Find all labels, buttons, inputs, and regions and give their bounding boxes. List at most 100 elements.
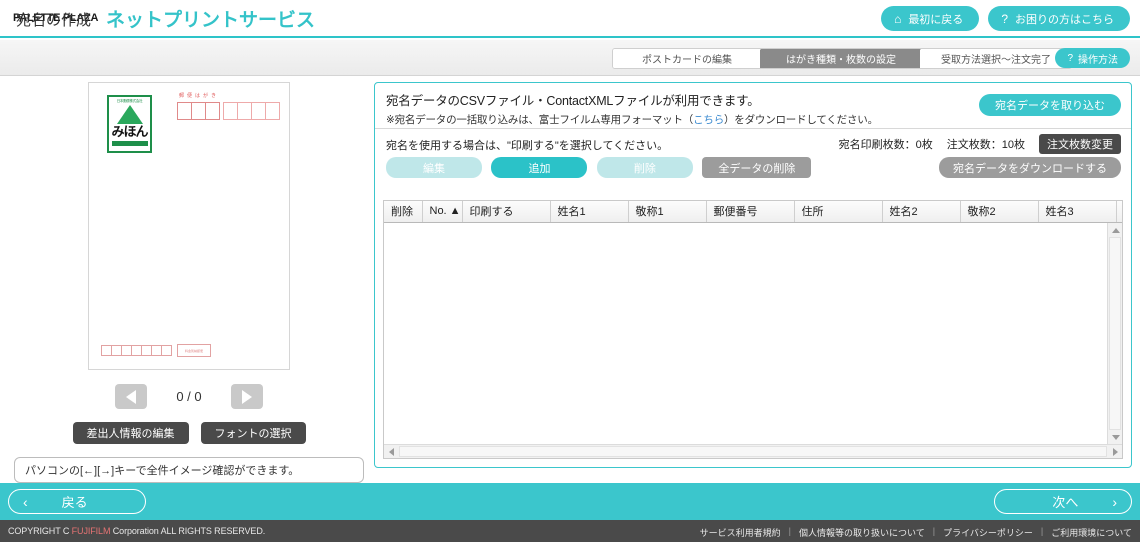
- brand-title: ネットプリントサービス: [106, 5, 315, 32]
- sample-stamp-icon: 日本郵便株式会社 みほん: [107, 95, 152, 153]
- stamp-bottom-bar: [112, 141, 148, 146]
- print-notice-text: 宛名を使用する場合は、"印刷する"を選択してください。: [386, 140, 668, 152]
- footer-link-personal-info[interactable]: 個人情報等の取り扱いについて: [799, 526, 925, 539]
- postcard-preview[interactable]: 日本郵便株式会社 みほん 郵便はがき 料金別納郵便: [88, 82, 290, 370]
- return-home-label: 最初に戻る: [908, 11, 963, 27]
- stamp-top-text: 日本郵便株式会社: [117, 99, 143, 104]
- previous-page-button[interactable]: [115, 384, 147, 409]
- stamp-word: みほん: [111, 121, 147, 140]
- breadcrumb-step-2[interactable]: はがき種類・枚数の設定: [761, 49, 921, 68]
- zipcode-boxes: [177, 102, 279, 120]
- breadcrumb-step-2-label: はがき種類・枚数の設定: [786, 51, 896, 66]
- delete-all-data-button[interactable]: 全データの削除: [702, 157, 811, 178]
- table-actions-row: 編集 追加 削除 全データの削除 宛名データをダウンロードする: [375, 157, 1131, 185]
- csv-info-line2-pre: ※宛名データの一括取り込みは、富士フイルム専用フォーマット（: [386, 114, 693, 126]
- copyright-text: COPYRIGHT C FUJIFILM Corporation ALL RIG…: [8, 526, 265, 536]
- count-summary: 宛名印刷枚数：0枚 注文枚数：10枚 注文枚数変更: [839, 134, 1121, 154]
- operation-guide-button[interactable]: ? 操作方法: [1055, 48, 1130, 68]
- sender-zip-cell: [161, 345, 172, 356]
- zip-cell: [191, 102, 206, 120]
- chevron-right-icon: [242, 390, 252, 404]
- table-vertical-scrollbar[interactable]: [1107, 223, 1122, 444]
- column-header-name3[interactable]: 姓名3: [1038, 201, 1116, 222]
- next-page-button[interactable]: [231, 384, 263, 409]
- scroll-up-icon[interactable]: [1108, 223, 1123, 237]
- return-home-button[interactable]: ⌂ 最初に戻る: [881, 6, 979, 31]
- column-header-name2[interactable]: 姓名2: [882, 201, 960, 222]
- chevron-right-icon: ›: [1112, 495, 1117, 509]
- sender-zipcode-boxes: 料金別納郵便: [101, 344, 211, 357]
- copyright-post: Corporation ALL RIGHTS RESERVED.: [110, 526, 265, 536]
- edit-row-button[interactable]: 編集: [386, 157, 482, 178]
- vertical-scroll-thumb[interactable]: [1109, 237, 1121, 430]
- add-row-button[interactable]: 追加: [491, 157, 587, 178]
- footer-link-environment[interactable]: ご利用環境について: [1051, 526, 1132, 539]
- scroll-right-icon[interactable]: [1108, 445, 1122, 458]
- zip-cell: [177, 102, 192, 120]
- table-horizontal-scrollbar[interactable]: [384, 444, 1122, 458]
- app-header: PALETTE PLAZA ネットプリントサービス ⌂ 最初に戻る ? お困りの…: [0, 0, 1140, 38]
- column-header-zipcode[interactable]: 郵便番号: [706, 201, 794, 222]
- scroll-left-icon[interactable]: [384, 445, 398, 458]
- chevron-left-icon: ‹: [23, 495, 28, 509]
- keyboard-hint: パソコンの[←][→]キーで全件イメージ確認ができます。: [14, 457, 364, 483]
- address-table: 削除 No. ▲ 印刷する 姓名1 敬称1 郵便番号 住所 姓名2 敬称2 姓名…: [384, 201, 1123, 223]
- column-header-honorific1[interactable]: 敬称1: [628, 201, 706, 222]
- column-header-honorific2[interactable]: 敬称2: [960, 201, 1038, 222]
- chevron-left-icon: [126, 390, 136, 404]
- footer-link-privacy[interactable]: プライバシーポリシー: [943, 526, 1033, 539]
- import-address-data-button[interactable]: 宛名データを取り込む: [979, 94, 1121, 116]
- footer-separator: |: [1041, 526, 1043, 539]
- download-address-data-button[interactable]: 宛名データをダウンロードする: [939, 157, 1121, 178]
- horizontal-scroll-thumb[interactable]: [399, 446, 1107, 457]
- column-header-delete[interactable]: 削除: [384, 201, 422, 222]
- scroll-down-icon[interactable]: [1108, 430, 1123, 444]
- home-icon: ⌂: [894, 13, 901, 25]
- zip-cell: [251, 102, 266, 120]
- table-header-row: 削除 No. ▲ 印刷する 姓名1 敬称1 郵便番号 住所 姓名2 敬称2 姓名…: [384, 201, 1123, 222]
- column-header-print[interactable]: 印刷する: [462, 201, 550, 222]
- column-header-no[interactable]: No. ▲: [422, 201, 462, 222]
- question-icon: ?: [1067, 53, 1073, 64]
- zip-cell: [237, 102, 252, 120]
- column-header-address[interactable]: 住所: [794, 201, 882, 222]
- breadcrumb-step-1-label: ポストカードの編集: [642, 51, 732, 66]
- operation-guide-label: 操作方法: [1078, 51, 1118, 66]
- address-table-body: [384, 223, 1122, 444]
- preview-pager: 0 / 0: [8, 384, 370, 409]
- preview-edit-actions: 差出人情報の編集 フォントの選択: [8, 422, 370, 444]
- page-title: 宛名の作成: [16, 9, 91, 30]
- footer-separator: |: [933, 526, 935, 539]
- back-button[interactable]: ‹ 戻る: [8, 489, 146, 514]
- format-download-link[interactable]: こちら: [693, 114, 724, 126]
- copyright-pre: COPYRIGHT C: [8, 526, 72, 536]
- page-footer: COPYRIGHT C FUJIFILM Corporation ALL RIG…: [0, 520, 1140, 542]
- zip-cell: [223, 102, 238, 120]
- column-header-honorific3[interactable]: 敬: [1116, 201, 1123, 222]
- select-font-button[interactable]: フォントの選択: [201, 422, 306, 444]
- address-data-panel: 宛名データのCSVファイル・ContactXMLファイルが利用できます。 ※宛名…: [374, 82, 1132, 468]
- csv-info-row: 宛名データのCSVファイル・ContactXMLファイルが利用できます。 ※宛名…: [375, 83, 1131, 129]
- footer-links: サービス利用者規約 | 個人情報等の取り扱いについて | プライバシーポリシー …: [700, 526, 1132, 539]
- footer-link-terms[interactable]: サービス利用者規約: [700, 526, 781, 539]
- order-count-label: 注文枚数：10枚: [947, 136, 1025, 152]
- change-order-count-button[interactable]: 注文枚数変更: [1039, 134, 1121, 154]
- edit-sender-info-button[interactable]: 差出人情報の編集: [73, 422, 189, 444]
- breadcrumb-step-3[interactable]: 受取方法選択～注文完了: [921, 49, 1071, 68]
- postage-stamp-text: 料金別納郵便: [185, 349, 203, 353]
- keyboard-hint-text: パソコンの[←][→]キーで全件イメージ確認ができます。: [25, 462, 299, 478]
- question-icon: ?: [1001, 13, 1008, 25]
- header-actions: ⌂ 最初に戻る ? お困りの方はこちら: [881, 6, 1130, 31]
- delete-row-button[interactable]: 削除: [597, 157, 693, 178]
- back-button-label: 戻る: [62, 492, 88, 511]
- breadcrumb: ポストカードの編集 はがき種類・枚数の設定 受取方法選択～注文完了: [612, 48, 1072, 69]
- column-header-name1[interactable]: 姓名1: [550, 201, 628, 222]
- help-contact-button[interactable]: ? お困りの方はこちら: [988, 6, 1130, 31]
- print-count-label: 宛名印刷枚数：0枚: [839, 136, 933, 152]
- breadcrumb-step-1[interactable]: ポストカードの編集: [613, 49, 761, 68]
- page-indicator: 0 / 0: [169, 389, 209, 404]
- zip-cell: [205, 102, 220, 120]
- next-button[interactable]: 次へ ›: [994, 489, 1132, 514]
- postcard-label: 郵便はがき: [179, 92, 219, 99]
- bottom-navigation-bar: ‹ 戻る 次へ ›: [0, 483, 1140, 520]
